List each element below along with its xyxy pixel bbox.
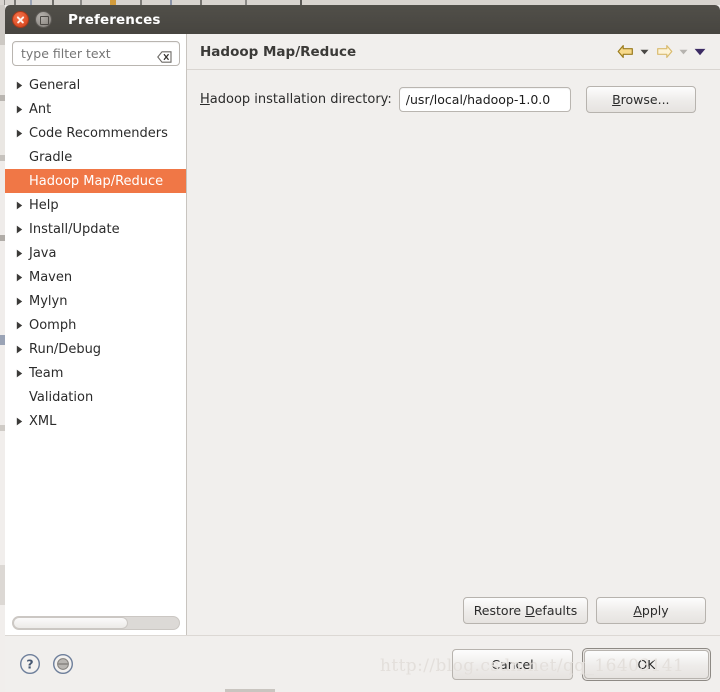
sidebar-item-help[interactable]: Help — [5, 193, 186, 217]
preference-page: Hadoop Map/Reduce Hadoop installation di… — [187, 34, 720, 635]
close-icon[interactable] — [12, 11, 29, 28]
sidebar-item-label: Mylyn — [29, 293, 68, 309]
svg-text:?: ? — [26, 657, 33, 672]
expand-triangle-icon[interactable] — [11, 129, 27, 138]
sidebar-item-maven[interactable]: Maven — [5, 265, 186, 289]
expand-triangle-icon[interactable] — [11, 345, 27, 354]
sidebar-item-team[interactable]: Team — [5, 361, 186, 385]
expand-triangle-icon[interactable] — [11, 105, 27, 114]
expand-triangle-icon[interactable] — [11, 297, 27, 306]
sidebar-item-label: XML — [29, 413, 57, 429]
filter-box[interactable] — [12, 41, 180, 66]
sidebar-item-code-recommenders[interactable]: Code Recommenders — [5, 121, 186, 145]
page-menu-chevron-down-icon[interactable] — [693, 42, 706, 62]
expand-triangle-icon[interactable] — [11, 321, 27, 330]
maximize-icon[interactable] — [35, 11, 52, 28]
sidebar-item-mylyn[interactable]: Mylyn — [5, 289, 186, 313]
sidebar-item-general[interactable]: General — [5, 73, 186, 97]
hadoop-directory-row: Hadoop installation directory: Browse... — [200, 86, 706, 113]
ok-button-focus-ring: OK — [582, 647, 711, 681]
footer-buttons: Cancel OK — [452, 647, 711, 681]
sidebar-item-label: Maven — [29, 269, 73, 285]
restore-defaults-button[interactable]: Restore Defaults — [463, 597, 588, 624]
footer-icons: ? — [19, 653, 74, 675]
sidebar-item-java[interactable]: Java — [5, 241, 186, 265]
preferences-tree[interactable]: General Ant Code Recommenders Gradle Hadoop … — [5, 72, 186, 612]
page-action-buttons: Restore Defaults Apply — [463, 597, 706, 624]
sidebar-item-validation[interactable]: Validation — [5, 385, 186, 409]
sidebar-item-label: Team — [29, 365, 64, 381]
sidebar-item-label: Oomph — [29, 317, 77, 333]
page-content: Hadoop installation directory: Browse...… — [187, 70, 720, 635]
dialog-body: General Ant Code Recommenders Gradle Hadoop … — [5, 34, 720, 635]
expand-triangle-icon[interactable] — [11, 249, 27, 258]
sidebar-item-label: General — [29, 77, 81, 93]
forward-history-chevron-down-icon — [677, 42, 690, 62]
sidebar-item-oomph[interactable]: Oomph — [5, 313, 186, 337]
window-title: Preferences — [68, 11, 161, 28]
expand-triangle-icon[interactable] — [11, 225, 27, 234]
dialog-footer: ? Cancel OK http://blog.csdn.net/qq_1640… — [5, 635, 720, 692]
preferences-dialog: Preferences GeneralAntCode RecommendersG… — [5, 5, 720, 692]
forward-arrow-icon[interactable] — [654, 42, 674, 62]
ok-button[interactable]: OK — [584, 649, 709, 679]
browse-button[interactable]: Browse... — [585, 86, 696, 113]
sidebar-item-label: Hadoop Map/Reduce — [29, 173, 164, 189]
hadoop-directory-input[interactable] — [398, 87, 571, 112]
sidebar-horizontal-scrollbar[interactable] — [5, 612, 186, 635]
back-history-chevron-down-icon[interactable] — [638, 42, 651, 62]
back-arrow-icon[interactable] — [615, 42, 635, 62]
help-question-icon[interactable]: ? — [19, 653, 41, 675]
sidebar-item-ant[interactable]: Ant — [5, 97, 186, 121]
scrollbar-thumb[interactable] — [13, 617, 128, 629]
sidebar-item-label: Help — [29, 197, 59, 213]
sidebar-item-label: Java — [29, 245, 57, 261]
scrollbar-track[interactable] — [12, 616, 180, 630]
page-title: Hadoop Map/Reduce — [200, 43, 357, 60]
expand-triangle-icon[interactable] — [11, 273, 27, 282]
sidebar-item-label: Ant — [29, 101, 52, 117]
sidebar-item-label: Code Recommenders — [29, 125, 168, 141]
show-tray-circle-icon[interactable] — [52, 653, 74, 675]
clear-backspace-icon[interactable] — [157, 48, 172, 63]
page-navigation — [615, 42, 706, 62]
sidebar-item-label: Validation — [29, 389, 94, 405]
expand-triangle-icon[interactable] — [11, 417, 27, 426]
sidebar-item-install-update[interactable]: Install/Update — [5, 217, 186, 241]
hadoop-directory-label: Hadoop installation directory: — [200, 92, 392, 107]
sidebar-item-label: Gradle — [29, 149, 73, 165]
expand-triangle-icon[interactable] — [11, 369, 27, 378]
cancel-button[interactable]: Cancel — [452, 648, 573, 680]
sidebar-item-run-debug[interactable]: Run/Debug — [5, 337, 186, 361]
sidebar-item-label: Run/Debug — [29, 341, 102, 357]
page-header: Hadoop Map/Reduce — [187, 34, 720, 70]
sidebar-item-xml[interactable]: XML — [5, 409, 186, 433]
apply-button[interactable]: Apply — [596, 597, 706, 624]
filter-container — [5, 34, 186, 72]
preferences-sidebar: General Ant Code Recommenders Gradle Hadoop … — [5, 34, 187, 635]
expand-triangle-icon[interactable] — [11, 81, 27, 90]
expand-triangle-icon[interactable] — [11, 201, 27, 210]
sidebar-item-label: Install/Update — [29, 221, 120, 237]
title-bar: Preferences — [5, 5, 720, 34]
sidebar-item-hadoop-map-reduce[interactable]: Hadoop Map/Reduce — [5, 169, 186, 193]
search-input[interactable] — [13, 42, 179, 65]
sidebar-item-gradle[interactable]: Gradle — [5, 145, 186, 169]
